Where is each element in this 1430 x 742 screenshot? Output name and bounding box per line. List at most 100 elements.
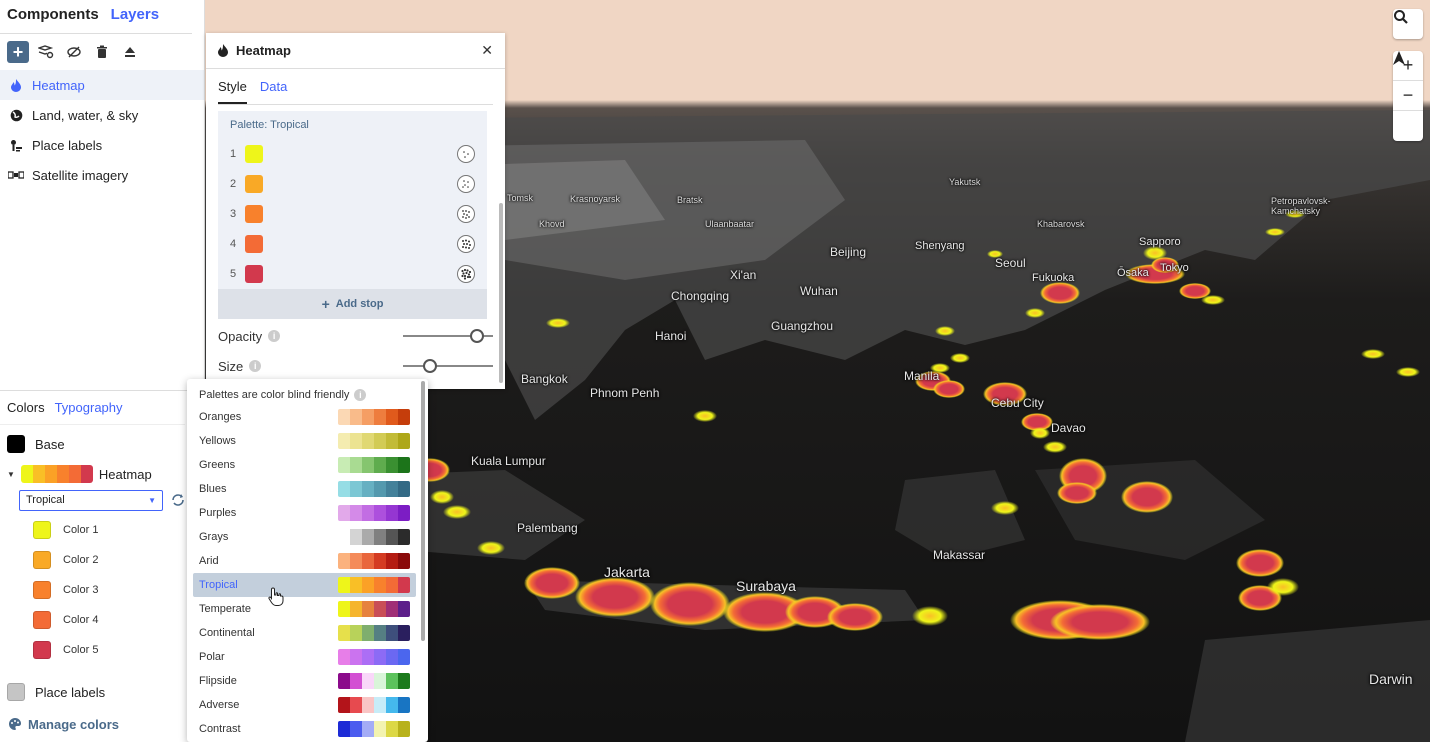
- color-stop[interactable]: 2: [218, 169, 487, 199]
- link-refresh-icon[interactable]: [171, 493, 185, 507]
- color-stop[interactable]: 3: [218, 199, 487, 229]
- color-swatch[interactable]: [33, 521, 51, 539]
- color-stop[interactable]: 5: [218, 259, 487, 289]
- flame-icon: [8, 77, 24, 93]
- palette-color-row[interactable]: Color 3: [0, 575, 205, 605]
- tab-layers[interactable]: Layers: [111, 6, 159, 33]
- palette-option-flipside[interactable]: Flipside: [193, 669, 416, 693]
- tab-typography[interactable]: Typography: [55, 400, 123, 415]
- color-swatch[interactable]: [33, 581, 51, 599]
- palette-color-row[interactable]: Color 1: [0, 515, 205, 545]
- left-sidebar: Components Layers + Heatmap Land, water,…: [0, 0, 205, 742]
- palette-option-temperate[interactable]: Temperate: [193, 597, 416, 621]
- palette-option-label: Polar: [199, 651, 225, 663]
- stop-swatch[interactable]: [245, 145, 263, 163]
- palette-color-row[interactable]: Color 4: [0, 605, 205, 635]
- city-label: Tokyo: [1160, 262, 1189, 274]
- palette-option-arid[interactable]: Arid: [193, 549, 416, 573]
- component-item-place-labels[interactable]: Place labels: [0, 130, 204, 160]
- palette-option-strip: [338, 505, 410, 521]
- stop-number: 5: [230, 268, 237, 280]
- tab-style[interactable]: Style: [218, 79, 247, 104]
- palette-option-oranges[interactable]: Oranges: [193, 405, 416, 429]
- tab-data[interactable]: Data: [260, 79, 287, 104]
- color-stop[interactable]: 1: [218, 139, 487, 169]
- palette-option-yellows[interactable]: Yellows: [193, 429, 416, 453]
- delete-button[interactable]: [91, 41, 113, 63]
- stop-number: 1: [230, 148, 237, 160]
- palette-option-strip: [338, 649, 410, 665]
- component-item-land-water-sky[interactable]: Land, water, & sky: [0, 100, 204, 130]
- stop-swatch[interactable]: [245, 175, 263, 193]
- palette-option-tropical[interactable]: Tropical: [193, 573, 416, 597]
- add-component-button[interactable]: +: [7, 41, 29, 63]
- size-slider[interactable]: [403, 359, 493, 373]
- filter-layers-button[interactable]: [35, 41, 57, 63]
- hide-button[interactable]: [63, 41, 85, 63]
- palette-color-row[interactable]: Color 2: [0, 545, 205, 575]
- palette-option-blues[interactable]: Blues: [193, 477, 416, 501]
- palette-color-chip: [398, 409, 410, 425]
- palette-option-adverse[interactable]: Adverse: [193, 693, 416, 717]
- caret-down-icon[interactable]: ▼: [7, 470, 15, 479]
- dropdown-scrollbar[interactable]: [421, 381, 425, 641]
- color-swatch[interactable]: [33, 641, 51, 659]
- eject-button[interactable]: [119, 41, 141, 63]
- palette-select[interactable]: Tropical ▼: [19, 489, 163, 511]
- palette-option-label: Oranges: [199, 411, 242, 423]
- city-label: Guangzhou: [771, 319, 834, 333]
- palette-option-purples[interactable]: Purples: [193, 501, 416, 525]
- zoom-out-button[interactable]: −: [1393, 81, 1423, 111]
- manage-colors-button[interactable]: Manage colors: [0, 710, 205, 738]
- info-icon[interactable]: i: [249, 360, 262, 372]
- color-stop[interactable]: 4: [218, 229, 487, 259]
- component-item-heatmap[interactable]: Heatmap: [0, 70, 204, 100]
- heatmap-palette-strip[interactable]: [20, 465, 93, 483]
- palette-option-grays[interactable]: Grays: [193, 525, 416, 549]
- base-color-row[interactable]: Base: [0, 429, 205, 459]
- base-color-swatch[interactable]: [7, 435, 25, 453]
- color-swatch[interactable]: [33, 611, 51, 629]
- density-icon[interactable]: [457, 205, 475, 223]
- stop-swatch[interactable]: [245, 265, 263, 283]
- opacity-slider[interactable]: [403, 329, 493, 343]
- close-icon[interactable]: ✕: [481, 42, 493, 59]
- palette-color-chip: [398, 673, 410, 689]
- tab-colors[interactable]: Colors: [7, 400, 45, 415]
- component-item-satellite-imagery[interactable]: Satellite imagery: [0, 160, 204, 190]
- color-swatch[interactable]: [33, 551, 51, 569]
- map-search-button[interactable]: [1393, 9, 1423, 39]
- place-labels-color-row[interactable]: Place labels: [0, 677, 205, 707]
- palette-select-row: Tropical ▼: [0, 489, 205, 511]
- palette-color-chip: [386, 673, 398, 689]
- density-icon[interactable]: [457, 175, 475, 193]
- tab-components[interactable]: Components: [7, 6, 99, 33]
- compass-button[interactable]: [1393, 51, 1423, 141]
- info-icon[interactable]: i: [354, 389, 367, 401]
- palette-color-chip: [374, 553, 386, 569]
- colors-tabs: Colors Typography: [0, 391, 185, 425]
- info-icon[interactable]: i: [268, 330, 281, 342]
- density-icon[interactable]: [457, 265, 475, 283]
- density-icon[interactable]: [457, 145, 475, 163]
- palette-option-contrast[interactable]: Contrast: [193, 717, 416, 741]
- palette-option-polar[interactable]: Polar: [193, 645, 416, 669]
- size-row: Size i: [206, 351, 505, 381]
- size-slider-thumb[interactable]: [423, 359, 437, 373]
- add-stop-button[interactable]: + Add stop: [218, 289, 487, 319]
- place-labels-swatch[interactable]: [7, 683, 25, 701]
- palette-option-strip: [338, 481, 410, 497]
- palette-color-chip: [350, 457, 362, 473]
- density-icon[interactable]: [457, 235, 475, 253]
- opacity-slider-thumb[interactable]: [469, 329, 484, 343]
- base-color-label: Base: [35, 436, 65, 452]
- stop-number: 4: [230, 238, 237, 250]
- palette-option-greens[interactable]: Greens: [193, 453, 416, 477]
- stop-swatch[interactable]: [245, 235, 263, 253]
- panel-scrollbar[interactable]: [499, 203, 503, 383]
- heatmap-color-row[interactable]: ▼ Heatmap: [0, 459, 205, 489]
- opacity-label: Opacity: [218, 328, 263, 344]
- stop-swatch[interactable]: [245, 205, 263, 223]
- palette-option-continental[interactable]: Continental: [193, 621, 416, 645]
- palette-color-row[interactable]: Color 5: [0, 635, 205, 665]
